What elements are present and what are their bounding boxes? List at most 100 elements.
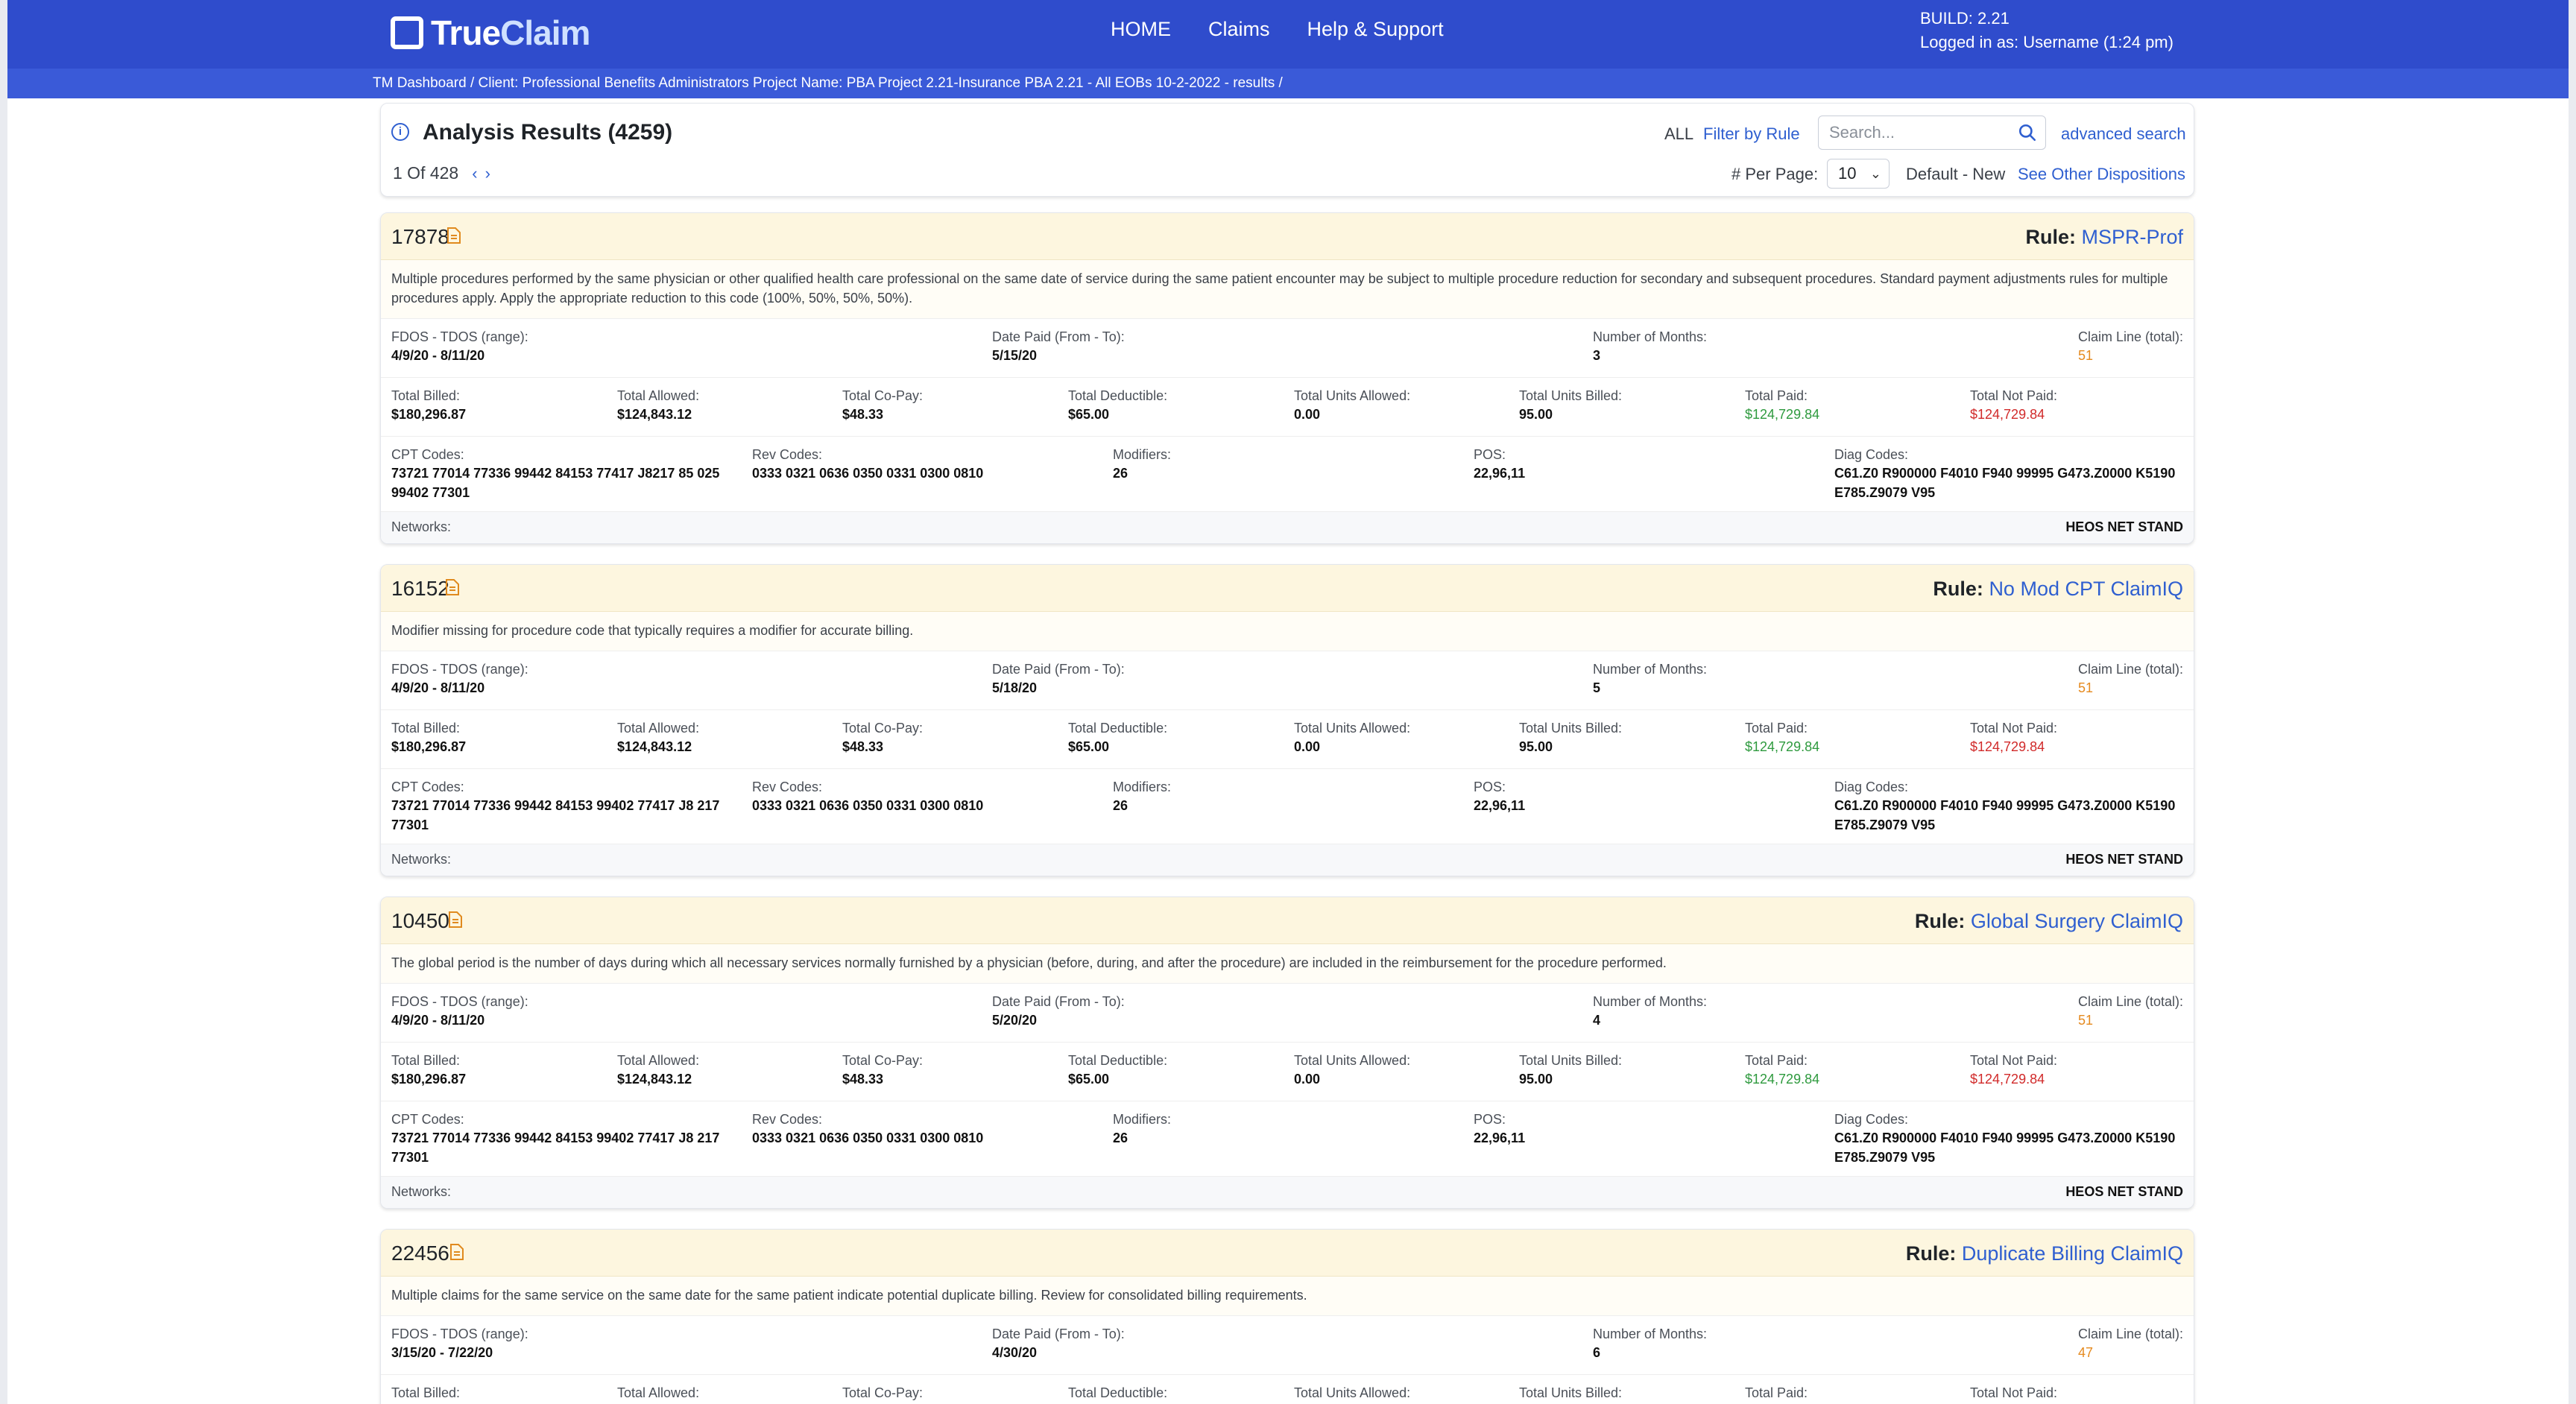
top-navbar: TrueClaim HOME Claims Help & Support BUI…: [7, 0, 2569, 69]
total-billed-value: $180,296.87: [391, 1072, 467, 1087]
units-billed-value: 95.00: [1519, 1072, 1553, 1087]
rev-codes-value: 0333 0321 0636 0350 0331 0300 0810: [752, 466, 984, 481]
rule-link[interactable]: No Mod CPT ClaimIQ: [1989, 578, 2183, 600]
per-page-select[interactable]: 10 ⌄: [1827, 159, 1890, 189]
total-not-paid-value: $124,729.84: [1970, 407, 2045, 422]
document-icon[interactable]: [446, 227, 461, 244]
breadcrumb: TM Dashboard / Client: Professional Bene…: [7, 69, 2569, 98]
pos-value: 22,96,11: [1474, 466, 1526, 481]
result-card-header: 22456 Rule: Duplicate Billing ClaimIQ: [381, 1230, 2194, 1277]
total-copay-value: $48.33: [842, 739, 884, 754]
fdos-value: 3/15/20 - 7/22/20: [391, 1345, 493, 1360]
fdos-value: 4/9/20 - 8/11/20: [391, 348, 485, 363]
rule-description: The global period is the number of days …: [381, 944, 2194, 984]
date-paid-value: 5/20/20: [992, 1013, 1038, 1028]
rule-description: Modifier missing for procedure code that…: [381, 612, 2194, 651]
rule-description: Multiple procedures performed by the sam…: [381, 260, 2194, 319]
claim-line-value[interactable]: 51: [2078, 1011, 2183, 1030]
total-paid-value: $124,729.84: [1745, 1072, 1820, 1087]
dates-row: FDOS - TDOS (range): 4/9/20 - 8/11/20 Dat…: [381, 984, 2194, 1043]
chevron-down-icon: ⌄: [1869, 166, 1881, 181]
dates-row: FDOS - TDOS (range): 4/9/20 - 8/11/20 Dat…: [381, 651, 2194, 710]
breadcrumb-dashboard-link[interactable]: TM Dashboard: [373, 75, 467, 91]
claim-id[interactable]: 22456: [391, 1242, 449, 1265]
fdos-value: 4/9/20 - 8/11/20: [391, 1013, 485, 1028]
logo-square-icon: [391, 16, 423, 49]
see-other-dispositions-link[interactable]: See Other Dispositions: [2018, 165, 2185, 184]
search-input[interactable]: [1818, 116, 2046, 150]
codes-row: CPT Codes: 73721 77014 77336 99442 84153 …: [381, 437, 2194, 512]
build-info: BUILD: 2.21 Logged in as: Username (1:24…: [1920, 7, 2174, 54]
date-paid-value: 4/30/20: [992, 1345, 1038, 1360]
cpt-codes-value: 73721 77014 77336 99442 84153 77417 J821…: [391, 466, 720, 500]
breadcrumb-path: / Client: Professional Benefits Administ…: [466, 75, 1283, 91]
logo-text-true: True: [431, 13, 501, 52]
claim-id[interactable]: 16152: [391, 577, 449, 601]
codes-row: CPT Codes: 73721 77014 77336 99442 84153 …: [381, 1101, 2194, 1177]
prev-page-icon[interactable]: ‹: [472, 164, 477, 183]
total-paid-value: $124,729.84: [1745, 739, 1820, 754]
rule-link[interactable]: MSPR-Prof: [2081, 226, 2183, 248]
cpt-codes-value: 73721 77014 77336 99442 84153 99402 7741…: [391, 1131, 720, 1165]
trueclaim-logo[interactable]: TrueClaim: [391, 10, 590, 55]
rule-label: Rule: No Mod CPT ClaimIQ: [1933, 578, 2183, 600]
modifiers-value: 26: [1113, 1131, 1128, 1145]
months-value: 5: [1593, 680, 1601, 695]
document-icon[interactable]: [449, 1243, 464, 1261]
filter-by-rule-link[interactable]: Filter by Rule: [1703, 124, 1800, 144]
claim-id[interactable]: 17878: [391, 225, 449, 249]
codes-row: CPT Codes: 73721 77014 77336 99442 84153 …: [381, 769, 2194, 844]
login-status: Logged in as: Username (1:24 pm): [1920, 33, 2174, 51]
fdos-value: 4/9/20 - 8/11/20: [391, 680, 485, 695]
rule-label: Rule: Global Surgery ClaimIQ: [1914, 910, 2183, 932]
date-paid-value: 5/18/20: [992, 680, 1038, 695]
dates-row: FDOS - TDOS (range): 3/15/20 - 7/22/20 Da…: [381, 1316, 2194, 1375]
advanced-search-link[interactable]: advanced search: [2061, 124, 2186, 144]
pos-value: 22,96,11: [1474, 1131, 1526, 1145]
units-allowed-value: 0.00: [1294, 739, 1321, 754]
claim-line-value[interactable]: 51: [2078, 346, 2183, 365]
filter-all-label[interactable]: ALL: [1664, 124, 1693, 144]
units-billed-value: 95.00: [1519, 407, 1553, 422]
date-paid-value: 5/15/20: [992, 348, 1038, 363]
months-value: 6: [1593, 1345, 1601, 1360]
rule-description: Multiple claims for the same service on …: [381, 1277, 2194, 1316]
modifiers-value: 26: [1113, 466, 1128, 481]
rev-codes-value: 0333 0321 0636 0350 0331 0300 0810: [752, 798, 984, 813]
months-value: 3: [1593, 348, 1601, 363]
units-allowed-value: 0.00: [1294, 407, 1321, 422]
current-disposition: Default - New: [1906, 165, 2006, 183]
next-page-icon[interactable]: ›: [485, 164, 490, 183]
result-card: 17878 Rule: MSPR-Prof Multiple procedure…: [380, 212, 2194, 544]
nav-help-support[interactable]: Help & Support: [1307, 18, 1444, 41]
claim-line-value[interactable]: 51: [2078, 678, 2183, 698]
diag-codes-value: C61.Z0 R900000 F4010 F940 99995 G473.Z00…: [1834, 1131, 2176, 1165]
rule-link[interactable]: Global Surgery ClaimIQ: [1971, 910, 2183, 932]
results-header-card: i Analysis Results (4259) 1 Of 428 ‹ › A…: [380, 103, 2194, 197]
search-icon[interactable]: [2018, 123, 2037, 142]
result-card-header: 10450 Rule: Global Surgery ClaimIQ: [381, 897, 2194, 944]
result-card-header: 16152 Rule: No Mod CPT ClaimIQ: [381, 565, 2194, 612]
main-nav: HOME Claims Help & Support: [1111, 18, 1444, 41]
claim-id[interactable]: 10450: [391, 909, 449, 933]
total-allowed-value: $124,843.12: [617, 739, 692, 754]
total-copay-value: $48.33: [842, 407, 884, 422]
nav-claims[interactable]: Claims: [1208, 18, 1270, 41]
rule-label: Rule: MSPR-Prof: [2025, 226, 2183, 248]
document-icon[interactable]: [448, 911, 463, 929]
results-title: Analysis Results (4259): [423, 120, 673, 145]
claim-line-value[interactable]: 47: [2078, 1343, 2183, 1362]
total-deductible-value: $65.00: [1068, 407, 1110, 422]
rule-label: Rule: Duplicate Billing ClaimIQ: [1905, 1242, 2183, 1265]
nav-home[interactable]: HOME: [1111, 18, 1171, 41]
result-card: 10450 Rule: Global Surgery ClaimIQ The g…: [380, 897, 2194, 1209]
total-allowed-value: $124,843.12: [617, 1072, 692, 1087]
document-icon[interactable]: [445, 578, 460, 596]
rule-link[interactable]: Duplicate Billing ClaimIQ: [1962, 1242, 2183, 1265]
totals-row: Total Billed: $180,296.87 Total Allowed: $…: [381, 378, 2194, 437]
total-billed-value: $180,296.87: [391, 739, 467, 754]
total-billed-value: $180,296.87: [391, 407, 467, 422]
page-indicator: 1 Of 428: [393, 163, 459, 183]
networks-row: Networks: HEOS NET STAND: [381, 512, 2194, 543]
info-icon[interactable]: i: [391, 123, 409, 141]
